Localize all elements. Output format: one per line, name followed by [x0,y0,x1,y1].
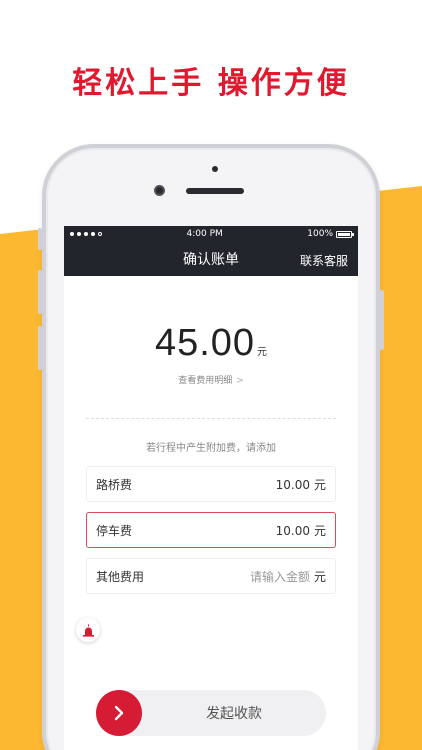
contact-support-button[interactable]: 联系客服 [300,252,348,269]
front-camera [154,185,165,196]
front-sensor [212,166,218,172]
fee-row-other[interactable]: 其他费用 请输入金额元 [86,558,336,594]
fee-label: 停车费 [96,523,133,538]
earpiece-speaker [186,188,244,194]
fee-label: 路桥费 [96,477,133,492]
alarm-button[interactable] [76,618,100,642]
nav-bar: 确认账单 联系客服 [64,242,358,276]
volume-up-button [38,270,42,314]
fee-detail-link[interactable]: 查看费用明细 > [64,373,358,386]
dashed-divider [86,418,336,419]
volume-down-button [38,326,42,370]
alarm-icon [82,624,94,637]
extra-fee-hint: 若行程中产生附加费，请添加 [146,443,276,454]
collect-payment-slider[interactable]: 发起收款 [96,690,326,736]
collect-payment-label: 发起收款 [206,706,262,722]
bill-amount: 45.00 [154,322,256,364]
fee-value: 10.00 [275,523,310,538]
fee-row-parking[interactable]: 停车费 10.00 元 [86,512,336,548]
bill-amount-section: 45.00 元 查看费用明细 > [64,322,358,386]
slider-handle[interactable] [96,690,142,736]
status-bar: 4:00 PM 100% [64,226,358,242]
battery-icon [336,230,354,238]
chevron-right-icon: > [236,376,244,386]
fee-unit: 元 [313,523,326,538]
page-title: 确认账单 [183,252,239,268]
fee-unit: 元 [313,569,326,584]
app-screen: 4:00 PM 100% 确认账单 联系客服 45.00 元 查看费用明细 > 若行… [64,226,358,750]
power-button [380,290,384,350]
other-fee-input[interactable]: 请输入金额 [250,570,310,584]
fee-unit: 元 [313,477,326,492]
arrow-right-icon [114,705,124,721]
mute-switch [38,228,42,250]
fee-row-toll[interactable]: 路桥费 10.00 元 [86,466,336,502]
signal-dots [70,232,102,236]
fee-label: 其他费用 [96,569,145,584]
fee-value: 10.00 [275,477,310,492]
bill-amount-unit: 元 [257,347,268,358]
battery-percent: 100% [307,229,333,239]
fee-detail-label: 查看费用明细 [178,376,233,386]
status-time: 4:00 PM [186,229,223,239]
promo-headline: 轻松上手 操作方便 [72,66,350,101]
